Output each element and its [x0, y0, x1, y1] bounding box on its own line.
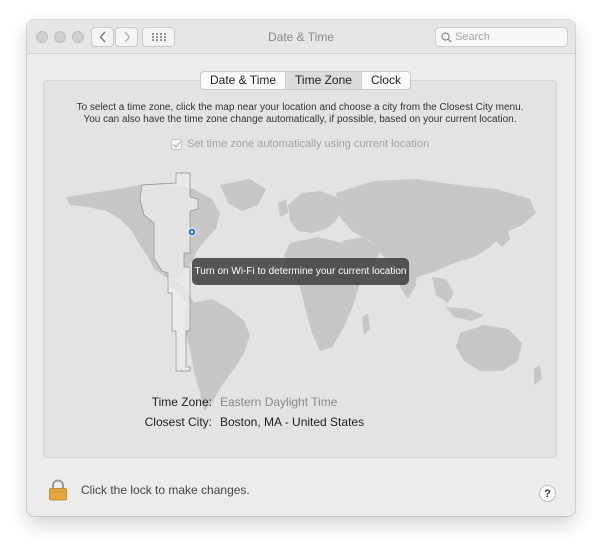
- lock-area: Click the lock to make changes.: [47, 479, 250, 501]
- continents: [66, 179, 542, 411]
- lock-message: Click the lock to make changes.: [81, 483, 250, 497]
- preferences-window: Date & Time Date & Time Time Zone Clock …: [27, 20, 575, 516]
- time-zone-value: Eastern Daylight Time: [220, 395, 338, 409]
- time-zone-panel: To select a time zone, click the map nea…: [43, 80, 557, 458]
- wifi-location-tooltip: Turn on Wi-Fi to determine your current …: [192, 258, 409, 285]
- location-pin-icon[interactable]: [187, 227, 197, 237]
- help-button[interactable]: ?: [539, 485, 556, 502]
- tab-bar: Date & Time Time Zone Clock: [200, 71, 411, 90]
- tab-date-time[interactable]: Date & Time: [201, 72, 287, 89]
- tab-time-zone[interactable]: Time Zone: [286, 72, 362, 89]
- closest-city-popup[interactable]: Boston, MA - United States: [220, 415, 364, 429]
- closest-city-label: Closest City:: [144, 415, 212, 429]
- title-bar: Date & Time: [27, 20, 575, 54]
- magnifier-icon: [441, 31, 452, 42]
- search-input[interactable]: [452, 31, 562, 43]
- search-field[interactable]: [435, 27, 568, 47]
- lock-icon[interactable]: [47, 479, 69, 501]
- time-zone-label: Time Zone:: [151, 395, 212, 409]
- tab-clock[interactable]: Clock: [362, 72, 410, 89]
